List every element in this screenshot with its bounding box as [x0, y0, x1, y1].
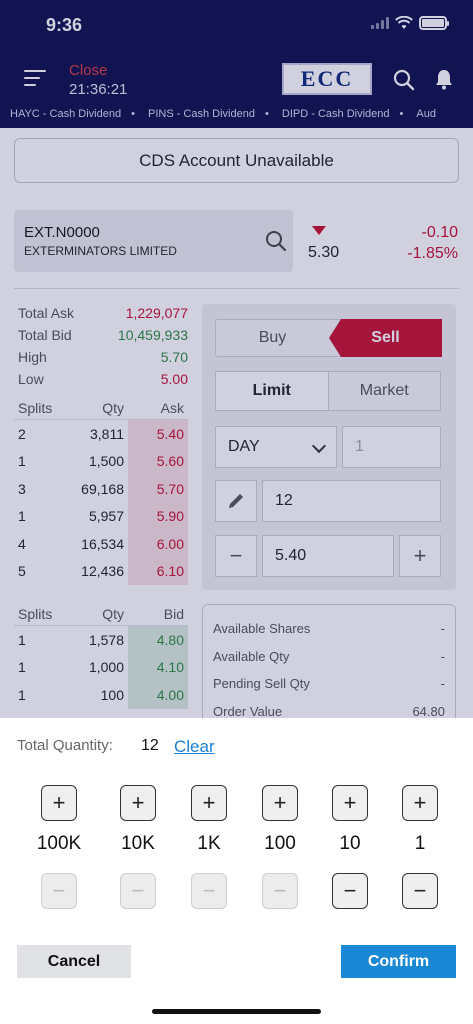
total-quantity-label: Total Quantity:	[17, 737, 113, 754]
step-label: 10K	[121, 833, 155, 854]
total-quantity-value: 12	[141, 737, 159, 754]
decrement-10-button[interactable]: −	[332, 873, 368, 909]
decrement-1k-button[interactable]: −	[191, 873, 227, 909]
decrement-100k-button[interactable]: −	[41, 873, 77, 909]
step-label: 10	[339, 833, 361, 854]
step-label: 100K	[36, 833, 82, 854]
home-indicator[interactable]	[152, 1009, 321, 1014]
step-label: 100	[264, 833, 296, 854]
stepper-1k: + 1K −	[179, 785, 239, 909]
quantity-sheet: Total Quantity: 12 Clear + 100K − + 10K …	[0, 718, 473, 1024]
stepper-100: + 100 −	[250, 785, 310, 909]
stepper-10: + 10 −	[320, 785, 380, 909]
step-label: 1K	[197, 833, 221, 854]
modal-backdrop[interactable]	[0, 0, 473, 718]
decrement-10k-button[interactable]: −	[120, 873, 156, 909]
stepper-10k: + 10K −	[108, 785, 168, 909]
increment-100-button[interactable]: +	[262, 785, 298, 821]
increment-10-button[interactable]: +	[332, 785, 368, 821]
increment-1k-button[interactable]: +	[191, 785, 227, 821]
increment-10k-button[interactable]: +	[120, 785, 156, 821]
decrement-100-button[interactable]: −	[262, 873, 298, 909]
step-label: 1	[414, 833, 426, 854]
increment-1-button[interactable]: +	[402, 785, 438, 821]
cancel-button[interactable]: Cancel	[17, 945, 131, 978]
clear-link[interactable]: Clear	[174, 737, 215, 757]
stepper-1: + 1 −	[390, 785, 450, 909]
decrement-1-button[interactable]: −	[402, 873, 438, 909]
increment-100k-button[interactable]: +	[41, 785, 77, 821]
stepper-100k: + 100K −	[29, 785, 89, 909]
confirm-button[interactable]: Confirm	[341, 945, 456, 978]
